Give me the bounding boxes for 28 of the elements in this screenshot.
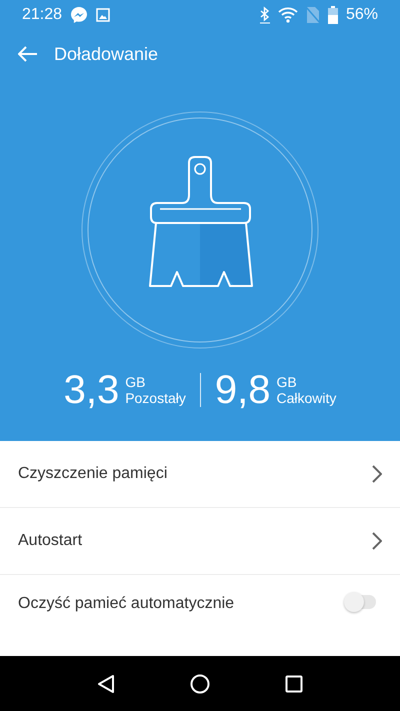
status-time: 21:28: [22, 6, 62, 24]
no-sim-icon: [306, 6, 320, 24]
storage-value: 9,8: [214, 370, 270, 410]
image-icon: [96, 8, 110, 22]
setting-row[interactable]: Czyszczenie pamięci: [0, 441, 400, 508]
page-title: Doładowanie: [54, 44, 158, 64]
chevron-right-icon: [372, 532, 382, 550]
storage-value: 3,3: [64, 370, 120, 410]
setting-row[interactable]: Oczyść pamieć automatycznie: [0, 575, 400, 656]
messenger-icon: [70, 6, 88, 24]
chevron-right-icon: [372, 465, 382, 483]
back-nav-icon[interactable]: [97, 674, 116, 694]
setting-row[interactable]: Autostart: [0, 508, 400, 575]
setting-label: Czyszczenie pamięci: [18, 465, 168, 483]
storage-label: Całkowity: [276, 390, 336, 406]
battery-icon: [328, 6, 338, 24]
back-arrow-icon[interactable]: [18, 46, 38, 62]
storage-label: Pozostały: [125, 390, 186, 406]
battery-percent: 56%: [346, 6, 378, 24]
recents-nav-icon[interactable]: [284, 674, 303, 692]
home-nav-icon[interactable]: [190, 674, 210, 694]
setting-label: Autostart: [18, 532, 82, 550]
wifi-icon: [278, 7, 298, 23]
storage-unit: GB: [276, 374, 298, 390]
bluetooth-icon: [260, 6, 270, 24]
setting-label: Oczyść pamieć automatycznie: [18, 595, 234, 613]
brush-icon: [149, 156, 253, 287]
storage-unit: GB: [125, 374, 146, 390]
